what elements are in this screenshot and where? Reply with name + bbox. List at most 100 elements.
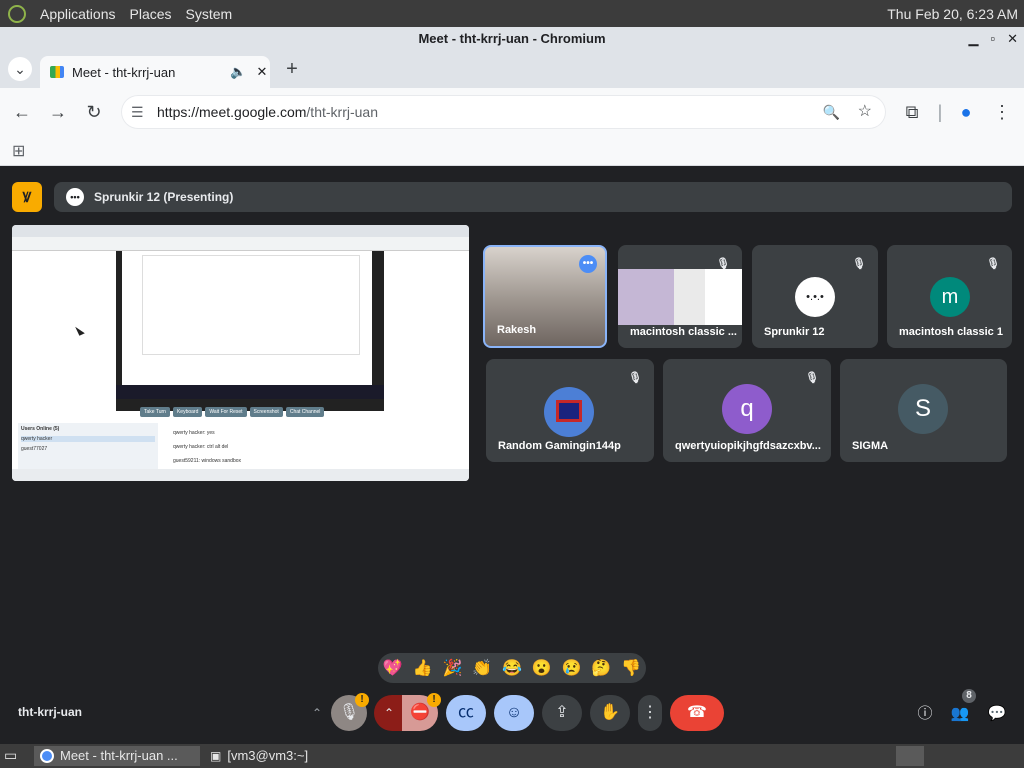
bookmark-star-icon[interactable]: ☆: [858, 95, 872, 129]
show-desktop-icon[interactable]: ▭: [4, 747, 17, 764]
shared-browser-address: [12, 237, 469, 251]
close-window-icon[interactable]: ✕: [1007, 27, 1018, 51]
participant-tile-sprunkir[interactable]: •.•.• 🎙 Sprunkir 12: [752, 245, 878, 348]
shared-vm-dialog: [142, 255, 360, 355]
presenting-label: Sprunkir 12 (Presenting): [94, 190, 234, 204]
participant-avatar: •.•.•: [795, 277, 835, 317]
participant-name: SIGMA: [852, 440, 889, 452]
apps-grid-icon[interactable]: ⊞: [12, 141, 25, 161]
reaction-party-button[interactable]: 🎉: [442, 658, 462, 678]
video-options-chevron-icon[interactable]: ⌃: [374, 695, 404, 731]
site-info-icon[interactable]: ☰: [131, 95, 144, 129]
menu-system[interactable]: System: [186, 6, 233, 22]
reaction-surprised-button[interactable]: 😮: [532, 658, 552, 678]
participant-video: [618, 269, 742, 325]
participant-avatar: [544, 387, 594, 437]
new-tab-plus-icon[interactable]: +: [280, 57, 304, 81]
tab-strip: ⌄ Meet - tht-krrj-uan 🔈 ✕ +: [0, 51, 1024, 88]
participant-tile-macintosh-classic[interactable]: 🎙 macintosh classic ...: [618, 245, 742, 348]
meeting-code: tht-krrj-uan: [18, 705, 82, 719]
maximize-icon[interactable]: ▫: [990, 27, 995, 51]
back-arrow-icon[interactable]: ←: [10, 100, 34, 124]
end-call-button[interactable]: ☎: [670, 695, 724, 731]
chat-icon[interactable]: 💬: [985, 702, 1009, 726]
shared-users-title: Users Online (5): [21, 426, 60, 432]
bookmarks-bar: ⊞: [0, 136, 1024, 166]
mouse-cursor-icon: [75, 324, 85, 336]
shared-chat-line: qwerty hacker: yes: [173, 430, 215, 436]
profile-avatar-icon[interactable]: ●: [954, 100, 978, 124]
reaction-heart-button[interactable]: 💖: [383, 658, 403, 678]
speaking-indicator-icon: •••: [579, 255, 597, 273]
emoji-reactions-button[interactable]: ☺: [494, 695, 534, 731]
shared-vm-buttons: Take Turn Keyboard Wait For Reset Screen…: [140, 407, 325, 417]
gaming-logo-icon: [556, 400, 582, 422]
shared-btn: Wait For Reset: [205, 407, 247, 417]
people-count-badge: 8: [962, 689, 976, 703]
present-screen-button[interactable]: ⇪: [542, 695, 582, 731]
reaction-sad-button[interactable]: 😢: [562, 658, 582, 678]
participant-tile-random-gaming[interactable]: 🎙 Random Gamingin144p: [486, 359, 654, 462]
taskbar-item-label: [vm3@vm3:~]: [227, 748, 309, 763]
tab-search-chevron-icon[interactable]: ⌄: [8, 57, 32, 81]
terminal-icon: ▣: [210, 749, 222, 763]
taskbar-item-terminal[interactable]: ▣ [vm3@vm3:~]: [204, 746, 404, 766]
extensions-puzzle-icon[interactable]: ⧉: [900, 100, 924, 124]
participant-tile-macintosh-classic-1[interactable]: m 🎙 macintosh classic 1: [887, 245, 1012, 348]
audio-options-chevron-icon[interactable]: ⌃: [303, 695, 331, 731]
url-host: https://meet.google.com: [157, 104, 307, 120]
tab-close-icon[interactable]: ✕: [254, 64, 270, 80]
shared-vm-taskbar: [116, 385, 384, 399]
reaction-thinking-button[interactable]: 🤔: [591, 658, 611, 678]
toolbar-divider: |: [937, 102, 943, 122]
shared-screen[interactable]: Take Turn Keyboard Wait For Reset Screen…: [12, 225, 469, 481]
shared-btn: Keyboard: [172, 407, 203, 417]
shared-chat-line: guest59211: windows sandbox: [173, 458, 242, 464]
reaction-thumbs-up-button[interactable]: 👍: [413, 658, 433, 678]
browser-menu-kebab-icon[interactable]: ⋮: [990, 100, 1014, 124]
participant-avatar: m: [930, 277, 970, 317]
participant-avatar: S: [898, 384, 948, 434]
presenting-banner: ••• Sprunkir 12 (Presenting): [54, 182, 1012, 212]
participant-tile-sigma[interactable]: S SIGMA: [840, 359, 1007, 462]
raise-hand-button[interactable]: ✋: [590, 695, 630, 731]
participant-name: macintosh classic ...: [630, 326, 737, 338]
meeting-info-icon[interactable]: ⓘ: [913, 702, 937, 726]
panel-clock[interactable]: Thu Feb 20, 6:23 AM: [887, 6, 1018, 22]
tab-title: Meet - tht-krrj-uan: [72, 64, 176, 80]
more-options-kebab-icon[interactable]: ⋮: [638, 695, 662, 731]
mic-muted-icon: 🎙: [805, 372, 819, 384]
zoom-magnifier-icon[interactable]: 🔍: [823, 95, 840, 129]
tab-meet[interactable]: Meet - tht-krrj-uan 🔈 ✕: [40, 56, 270, 88]
captions-button[interactable]: ㏄: [446, 695, 486, 731]
taskbar-item-label: Meet - tht-krrj-uan ...: [60, 748, 178, 763]
reload-icon[interactable]: ↻: [82, 100, 106, 124]
os-taskbar: ▭ Meet - tht-krrj-uan ... ▣ [vm3@vm3:~]: [0, 744, 1024, 768]
participant-avatar: q: [722, 384, 772, 434]
mic-muted-icon: 🎙: [852, 258, 866, 270]
reaction-bar: 💖 👍 🎉 👏 😂 😮 😢 🤔 👎: [378, 653, 646, 683]
forward-arrow-icon[interactable]: →: [46, 100, 70, 124]
presenter-avatar: •••: [66, 188, 84, 206]
participant-name: Random Gamingin144p: [498, 440, 621, 452]
taskbar-item-chromium[interactable]: Meet - tht-krrj-uan ...: [34, 746, 200, 766]
gnome-logo-icon[interactable]: [8, 4, 26, 23]
reaction-laugh-button[interactable]: 😂: [502, 658, 522, 678]
menu-applications[interactable]: Applications: [40, 6, 116, 22]
participant-name: qwertyuiopikjhgfdsazcxbv...: [675, 440, 821, 452]
url-path: /tht-krrj-uan: [306, 104, 378, 120]
participant-tile-rakesh[interactable]: ••• Rakesh: [483, 245, 607, 348]
speaker-icon[interactable]: 🔈: [230, 64, 246, 80]
people-icon[interactable]: 👥: [948, 702, 972, 726]
workspace-switcher[interactable]: [896, 746, 924, 766]
minimize-icon[interactable]: ▁: [968, 27, 978, 51]
participant-name: Sprunkir 12: [764, 326, 825, 338]
address-bar[interactable]: ☰ https://meet.google.com/tht-krrj-uan 🔍…: [121, 95, 886, 129]
participant-tile-qwerty[interactable]: q 🎙 qwertyuiopikjhgfdsazcxbv...: [663, 359, 831, 462]
mic-muted-icon: 🎙: [986, 258, 1000, 270]
reaction-thumbs-down-button[interactable]: 👎: [621, 658, 641, 678]
menu-places[interactable]: Places: [130, 6, 172, 22]
mic-muted-icon: 🎙: [628, 372, 642, 384]
shared-user: qwerty hacker: [21, 436, 155, 442]
reaction-clap-button[interactable]: 👏: [472, 658, 492, 678]
